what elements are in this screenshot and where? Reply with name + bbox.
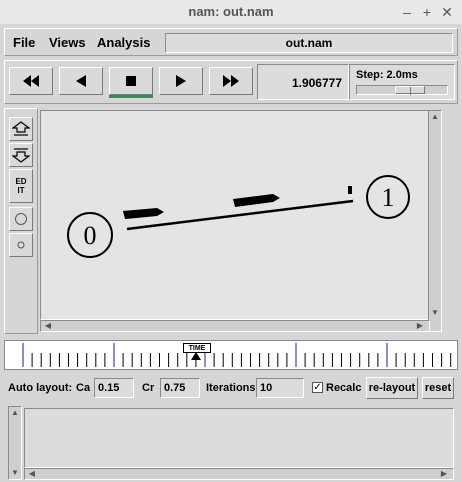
annotation-scroll-right-icon[interactable]: ▶ <box>439 468 449 480</box>
play-backward-button[interactable] <box>59 67 103 95</box>
node-0-label: 0 <box>84 221 97 250</box>
edit-label-top: ED <box>15 177 27 186</box>
annotation-vertical-scrollbar[interactable]: ▲ ▼ <box>8 406 22 480</box>
recalc-checkbox[interactable]: ✓ <box>312 382 323 393</box>
packet-2 <box>233 194 280 207</box>
window-title: nam: out.nam <box>188 4 274 19</box>
ca-label: Ca <box>76 382 91 394</box>
forward-icon <box>176 75 186 87</box>
annotation-scroll-up-icon[interactable]: ▲ <box>9 407 21 419</box>
menu-views[interactable]: Views <box>49 35 86 50</box>
scroll-down-icon[interactable]: ▼ <box>429 307 441 319</box>
filename-display: out.nam <box>165 33 453 53</box>
iterations-input[interactable]: 10 <box>256 378 304 398</box>
zoom-out-button[interactable] <box>9 143 33 167</box>
node-0[interactable]: 0 <box>67 212 113 258</box>
menu-analysis[interactable]: Analysis <box>97 35 150 50</box>
zoom-out-icon <box>12 148 30 163</box>
fast-forward-button[interactable] <box>209 67 253 95</box>
recalc-label: Recalc <box>326 382 362 394</box>
autolayout-label: Auto layout: <box>8 382 73 394</box>
maximize-icon[interactable]: + <box>418 0 436 24</box>
slider-grip <box>410 87 411 95</box>
stop-icon <box>126 76 136 86</box>
minimize-icon[interactable]: – <box>398 0 416 24</box>
annotation-horizontal-scrollbar[interactable]: ◀ ▶ <box>24 468 454 480</box>
ca-input[interactable]: 0.15 <box>94 378 134 398</box>
relayout-button[interactable]: re-layout <box>366 377 418 399</box>
backward-icon <box>76 75 86 87</box>
packet-3 <box>348 186 352 194</box>
time-marker-label: TIME <box>188 345 206 352</box>
menu-file[interactable]: File <box>13 35 35 50</box>
animation-canvas[interactable]: 0 1 <box>40 110 442 320</box>
reset-button[interactable]: reset <box>422 377 454 399</box>
node-size-small-button[interactable] <box>9 233 33 257</box>
annotation-scroll-left-icon[interactable]: ◀ <box>27 468 37 480</box>
canvas-horizontal-scrollbar[interactable]: ◀ ▶ <box>40 320 430 332</box>
canvas-vertical-scrollbar[interactable]: ▲ ▼ <box>428 110 442 332</box>
annotation-scroll-down-icon[interactable]: ▼ <box>9 467 21 479</box>
node-size-large-button[interactable] <box>9 207 33 231</box>
network-view: 0 1 <box>67 175 410 258</box>
step-control: Step: 2.0ms <box>349 64 455 100</box>
zoom-in-icon <box>12 121 30 136</box>
node-1[interactable]: 1 <box>366 175 410 219</box>
iterations-label: Iterations <box>206 382 256 394</box>
rewind-button[interactable] <box>9 67 53 95</box>
time-marker-pointer-icon <box>191 352 201 360</box>
zoom-in-button[interactable] <box>9 117 33 141</box>
annotation-panel[interactable] <box>24 408 454 468</box>
window-titlebar: nam: out.nam <box>0 0 462 24</box>
current-time-display: 1.906777 <box>257 64 349 100</box>
stop-button[interactable] <box>109 67 153 95</box>
fast-backward-icon <box>23 75 39 87</box>
menubar: File Views Analysis out.nam <box>4 28 458 56</box>
step-slider[interactable] <box>356 85 448 95</box>
stop-active-indicator <box>109 95 153 98</box>
tool-panel: ED IT <box>4 108 38 334</box>
circle-icon <box>15 213 27 225</box>
step-label: Step: 2.0ms <box>356 69 418 81</box>
node-1-label: 1 <box>382 183 395 212</box>
fast-forward-icon <box>223 75 239 87</box>
playback-toolbar: 1.906777 Step: 2.0ms <box>4 60 458 104</box>
cr-label: Cr <box>142 382 155 394</box>
play-forward-button[interactable] <box>159 67 203 95</box>
cr-input[interactable]: 0.75 <box>160 378 200 398</box>
close-icon[interactable]: ✕ <box>438 0 456 24</box>
edit-label-bottom: IT <box>17 186 25 195</box>
timeline-slider[interactable]: TIME <box>4 340 458 370</box>
small-circle-icon <box>17 241 25 249</box>
packet-1 <box>123 208 164 219</box>
scroll-up-icon[interactable]: ▲ <box>429 111 441 123</box>
scroll-left-icon[interactable]: ◀ <box>43 320 53 332</box>
timeline-ticks <box>22 343 452 367</box>
scroll-right-icon[interactable]: ▶ <box>415 320 425 332</box>
step-slider-handle[interactable] <box>395 86 425 95</box>
edit-button[interactable]: ED IT <box>9 169 33 203</box>
